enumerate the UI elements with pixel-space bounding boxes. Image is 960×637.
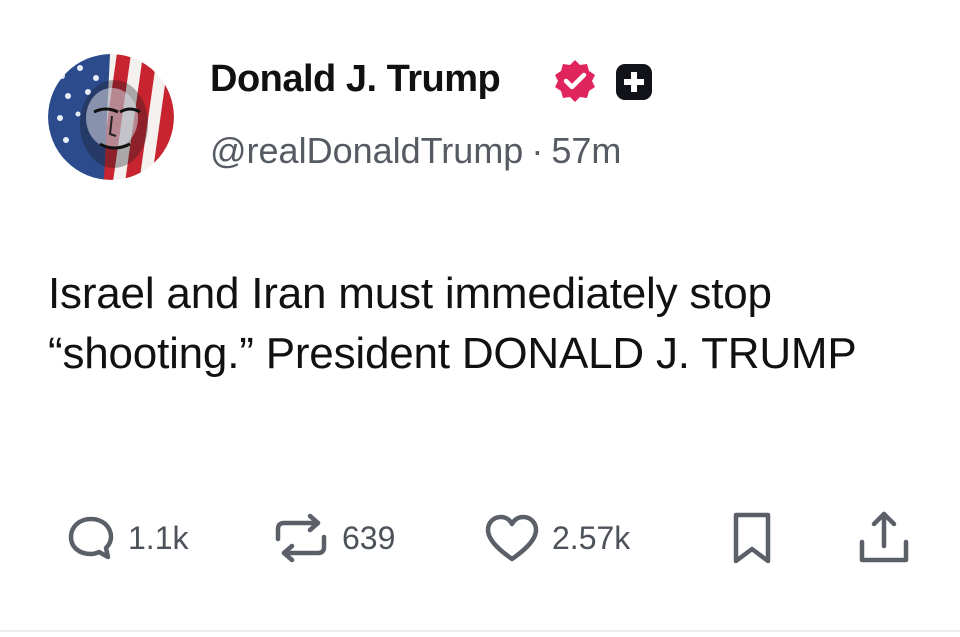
timestamp[interactable]: 57m: [551, 130, 621, 171]
avatar[interactable]: [48, 54, 174, 180]
plus-square-icon: [612, 60, 656, 104]
share-upload-icon: [859, 511, 909, 563]
post-text: Israel and Iran must immediately stop “s…: [48, 269, 857, 378]
comment-bubble-icon: [68, 516, 114, 560]
post-meta: @realDonaldTrump · 57m: [210, 130, 621, 172]
reply-count: 1.1k: [128, 519, 189, 556]
handle[interactable]: @realDonaldTrump: [210, 130, 523, 171]
action-bar: 1.1k 639 2.57k: [0, 500, 960, 580]
reply-button[interactable]: 1.1k: [64, 508, 188, 568]
repost-arrows-icon: [275, 513, 327, 563]
meta-separator: ·: [531, 130, 544, 171]
repost-count: 639: [342, 519, 396, 556]
post-card: Donald J. Trump @realDonaldTrump · 57m Isr…: [0, 0, 960, 637]
divider: [0, 630, 960, 632]
heart-icon: [485, 514, 539, 562]
repost-button[interactable]: 639: [270, 508, 395, 568]
share-button[interactable]: [854, 508, 914, 568]
like-count: 2.57k: [552, 519, 631, 556]
verified-check-icon: [552, 58, 598, 104]
like-button[interactable]: 2.57k: [482, 508, 630, 568]
bookmark-button[interactable]: [724, 508, 780, 568]
avatar-image: [48, 54, 174, 180]
bookmark-icon: [733, 512, 771, 564]
display-name[interactable]: Donald J. Trump: [210, 58, 501, 101]
